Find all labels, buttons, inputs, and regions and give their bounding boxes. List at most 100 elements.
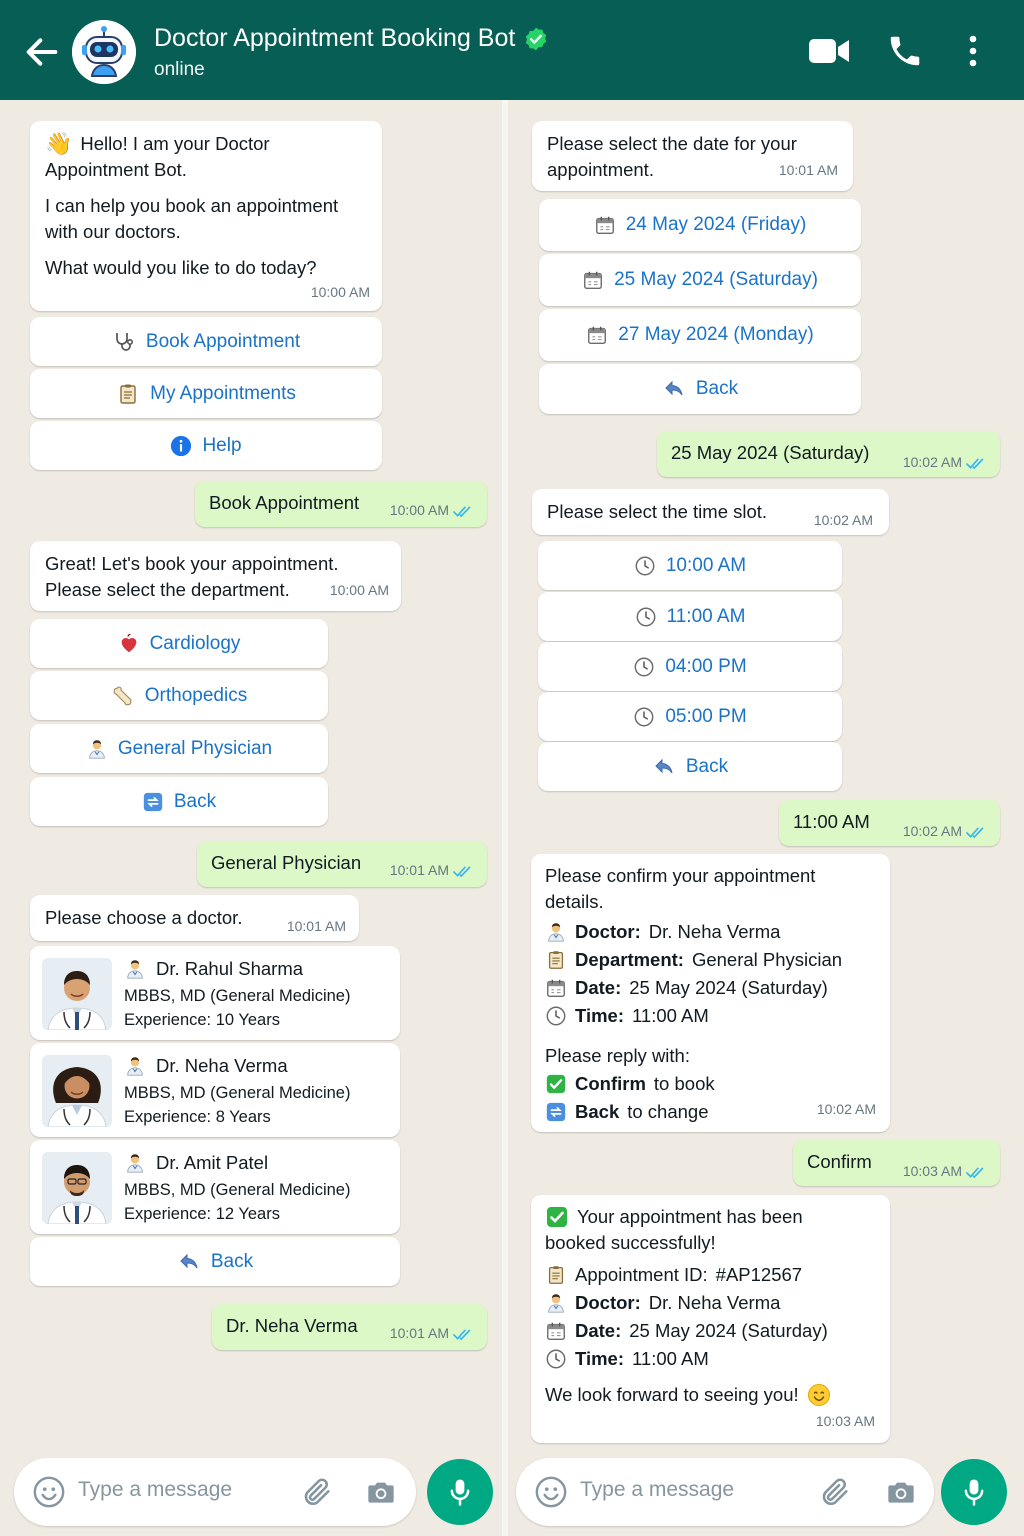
attach-icon[interactable]: [818, 1474, 852, 1510]
clock-icon: [633, 656, 655, 678]
chat-status: online: [154, 59, 205, 80]
my-appointments-button[interactable]: My Appointments: [30, 369, 382, 418]
mic-button[interactable]: [941, 1459, 1007, 1525]
user-reply-general-physician: General Physician 10:01 AM: [197, 841, 487, 887]
chat-pane-right: Please select the date for your appointm…: [508, 100, 1024, 1536]
time-slot-10am[interactable]: 10:00 AM: [538, 541, 842, 590]
clock-icon: [634, 555, 656, 577]
bot-avatar-icon[interactable]: [72, 20, 136, 84]
time-slot-4pm[interactable]: 04:00 PM: [538, 642, 842, 691]
doctor-name: Dr. Amit Patel: [156, 1152, 269, 1173]
info-icon: [171, 435, 192, 456]
calendar-icon: [582, 269, 604, 291]
bone-icon: [113, 686, 132, 705]
calendar-icon: [545, 1320, 567, 1342]
heart-icon: [121, 633, 136, 652]
clipboard-icon: [545, 949, 567, 971]
mic-icon: [450, 1479, 470, 1506]
check-mark-icon: [545, 1205, 569, 1229]
message-input-bar[interactable]: Type a message: [14, 1458, 416, 1526]
clock-icon: [545, 1005, 567, 1027]
user-reply-date: 25 May 2024 (Saturday) 10:02 AM: [657, 431, 1000, 477]
doctor-photo: [42, 1152, 112, 1224]
bot-time-message: Please select the time slot. 10:02 AM: [532, 489, 889, 535]
more-menu-icon[interactable]: [962, 34, 984, 68]
date-option-24-may[interactable]: 24 May 2024 (Friday): [539, 199, 861, 251]
doctor-back-button[interactable]: Back: [30, 1237, 400, 1286]
date-option-25-may[interactable]: 25 May 2024 (Saturday): [539, 254, 861, 306]
back-loop-icon: [545, 1101, 567, 1123]
doctor-icon: [86, 738, 108, 760]
bot-confirm-message: Please confirm your appointment details.…: [531, 854, 890, 1132]
read-ticks-icon: [453, 1328, 475, 1341]
calendar-icon: [594, 214, 616, 236]
chat-title: Doctor Appointment Booking Bot: [154, 24, 516, 52]
bot-success-message: Your appointment has been booked success…: [531, 1195, 890, 1443]
read-ticks-icon: [453, 865, 475, 878]
read-ticks-icon: [966, 457, 988, 470]
mic-button[interactable]: [427, 1459, 493, 1525]
attach-icon[interactable]: [300, 1474, 334, 1510]
doctor-icon: [545, 921, 567, 943]
bot-choose-doctor-message: Please choose a doctor. 10:01 AM: [30, 895, 359, 941]
time-back-button[interactable]: Back: [538, 742, 842, 791]
date-back-button[interactable]: Back: [539, 364, 861, 414]
doctor-name: Dr. Neha Verma: [156, 1055, 288, 1076]
general-physician-button[interactable]: General Physician: [30, 724, 328, 773]
stethoscope-icon: [116, 332, 133, 351]
video-call-icon[interactable]: [808, 36, 850, 66]
wave-icon: 👋: [45, 131, 73, 156]
phone-icon[interactable]: [886, 32, 924, 70]
bot-date-message: Please select the date for your appointm…: [532, 121, 853, 191]
doctor-card-amit-patel[interactable]: Dr. Amit Patel MBBS, MD (General Medicin…: [30, 1140, 400, 1234]
time-slot-11am[interactable]: 11:00 AM: [538, 592, 842, 641]
read-ticks-icon: [453, 505, 475, 518]
doctor-card-rahul-sharma[interactable]: Dr. Rahul Sharma MBBS, MD (General Medic…: [30, 946, 400, 1040]
back-arrow-icon: [177, 1250, 201, 1274]
back-arrow-icon[interactable]: [22, 32, 62, 72]
clock-icon: [633, 706, 655, 728]
emoji-icon[interactable]: [534, 1475, 568, 1509]
calendar-icon: [586, 324, 608, 346]
department-back-button[interactable]: Back: [30, 777, 328, 826]
chat-pane-left: 👋 Hello! I am your Doctor Appointment Bot…: [0, 100, 502, 1536]
read-ticks-icon: [966, 1166, 988, 1179]
time-slot-5pm[interactable]: 05:00 PM: [538, 692, 842, 741]
clock-icon: [635, 606, 657, 628]
calendar-icon: [545, 977, 567, 999]
doctor-icon: [545, 1292, 567, 1314]
read-ticks-icon: [966, 826, 988, 839]
orthopedics-button[interactable]: Orthopedics: [30, 671, 328, 720]
mic-icon: [964, 1479, 984, 1506]
user-reply-time: 11:00 AM 10:02 AM: [779, 800, 1000, 846]
clipboard-icon: [116, 382, 140, 406]
message-input-bar[interactable]: Type a message: [516, 1458, 934, 1526]
user-reply-book-appointment: Book Appointment 10:00 AM: [195, 481, 487, 527]
doctor-icon: [124, 1152, 146, 1174]
doctor-card-neha-verma[interactable]: Dr. Neha Verma MBBS, MD (General Medicin…: [30, 1043, 400, 1137]
back-arrow-icon: [652, 755, 676, 779]
doctor-photo: [42, 1055, 112, 1127]
message-input[interactable]: Type a message: [78, 1478, 232, 1502]
doctor-icon: [124, 1055, 146, 1077]
verified-badge-icon: [526, 27, 547, 50]
user-reply-doctor: Dr. Neha Verma 10:01 AM: [212, 1304, 487, 1350]
message-input[interactable]: Type a message: [580, 1478, 734, 1502]
camera-icon[interactable]: [364, 1476, 398, 1508]
date-option-27-may[interactable]: 27 May 2024 (Monday): [539, 309, 861, 361]
help-button[interactable]: Help: [30, 421, 382, 470]
doctor-name: Dr. Rahul Sharma: [156, 958, 304, 979]
cardiology-button[interactable]: Cardiology: [30, 619, 328, 668]
back-loop-icon: [142, 791, 164, 813]
bot-welcome-message: 👋 Hello! I am your Doctor Appointment Bot…: [30, 121, 382, 311]
user-reply-confirm: Confirm 10:03 AM: [793, 1140, 1000, 1186]
chat-header: Doctor Appointment Booking Bot online: [0, 0, 1024, 100]
emoji-icon[interactable]: [32, 1475, 66, 1509]
bot-department-message: Great! Let's book your appointment. Plea…: [30, 541, 401, 611]
doctor-icon: [124, 958, 146, 980]
book-appointment-button[interactable]: Book Appointment: [30, 317, 382, 366]
camera-icon[interactable]: [884, 1476, 918, 1508]
smile-emoji-icon: [807, 1384, 830, 1406]
clipboard-icon: [545, 1264, 567, 1286]
back-arrow-icon: [662, 377, 686, 401]
